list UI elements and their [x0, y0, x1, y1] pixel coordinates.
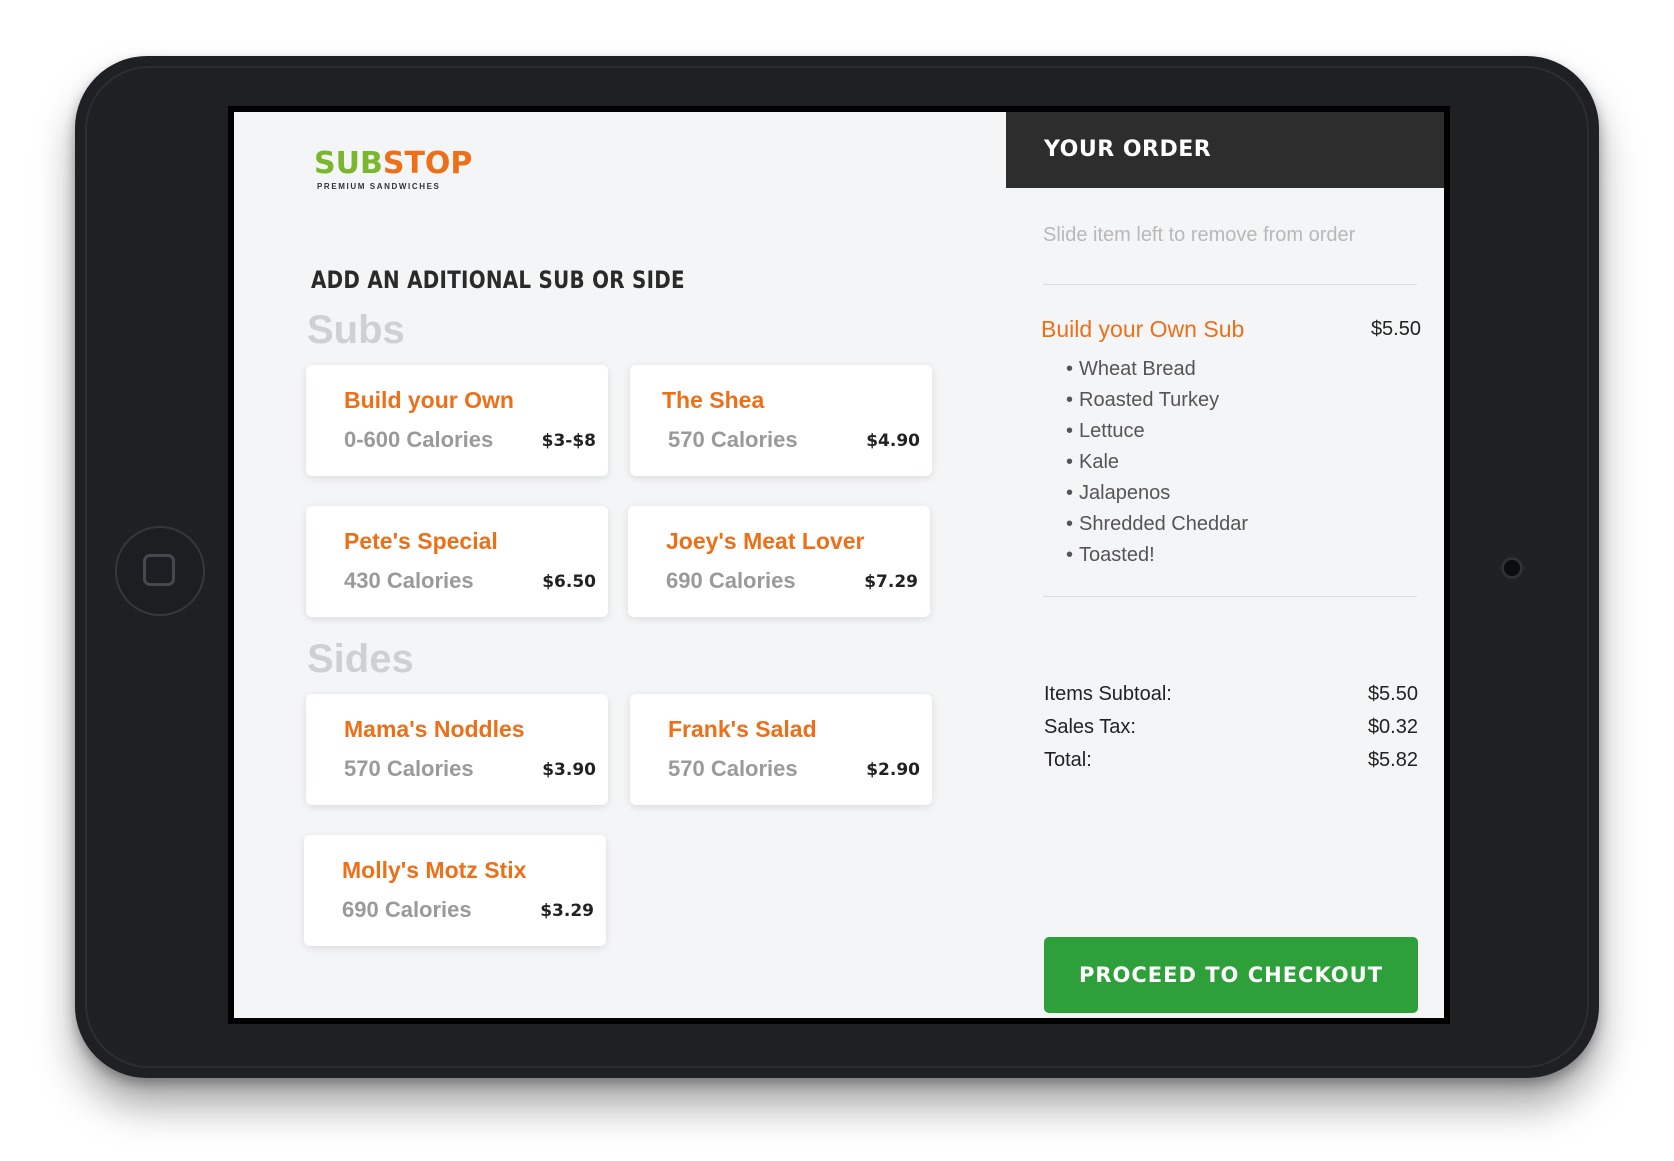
total-value: $5.82 — [1367, 749, 1418, 771]
card-calories: 570 Calories — [344, 756, 474, 781]
logo-sub-text: SUB — [314, 146, 383, 181]
section-title-sides: Sides — [307, 637, 414, 681]
tax-value: $0.32 — [1367, 716, 1418, 738]
ingredient-item: Shredded Cheddar — [1066, 509, 1248, 540]
subtotal-value: $5.50 — [1367, 683, 1418, 705]
order-item-price: $5.50 — [1370, 318, 1421, 340]
menu-card-the-shea[interactable]: The Shea 570 Calories $4.90 — [630, 365, 932, 476]
tax-label: Sales Tax: — [1044, 716, 1136, 738]
checkout-button[interactable]: PROCEED TO CHECKOUT — [1044, 937, 1418, 1013]
camera-icon — [1501, 557, 1523, 579]
ingredient-list: Wheat Bread Roasted Turkey Lettuce Kale … — [1066, 354, 1248, 571]
menu-card-mollys-motz-stix[interactable]: Molly's Motz Stix 690 Calories $3.29 — [304, 835, 606, 946]
card-price: $6.50 — [542, 572, 596, 592]
order-header: YOUR ORDER — [1006, 112, 1444, 188]
card-price: $4.90 — [866, 431, 920, 451]
divider — [1043, 284, 1417, 285]
card-name: The Shea — [662, 387, 765, 413]
ingredient-item: Lettuce — [1066, 416, 1248, 447]
app-window: SUBSTOP PREMIUM SANDWICHES ADD AN ADITIO… — [234, 112, 1444, 1018]
card-calories: 690 Calories — [666, 568, 796, 593]
card-name: Molly's Motz Stix — [342, 857, 527, 883]
total-row: Total: $5.82 — [1044, 744, 1418, 777]
order-totals: Items Subtoal: $5.50 Sales Tax: $0.32 To… — [1044, 678, 1418, 777]
subtotal-label: Items Subtoal: — [1044, 683, 1172, 705]
ingredient-item: Jalapenos — [1066, 478, 1248, 509]
card-calories: 0-600 Calories — [344, 427, 494, 452]
menu-card-franks-salad[interactable]: Frank's Salad 570 Calories $2.90 — [630, 694, 932, 805]
ingredient-item: Kale — [1066, 447, 1248, 478]
menu-card-joeys-meat-lover[interactable]: Joey's Meat Lover 690 Calories $7.29 — [628, 506, 930, 617]
tablet-frame: SUBSTOP PREMIUM SANDWICHES ADD AN ADITIO… — [75, 56, 1599, 1078]
logo-stop-text: STOP — [382, 146, 473, 181]
card-price: $3.90 — [542, 760, 596, 780]
home-button[interactable] — [115, 526, 205, 616]
card-calories: 570 Calories — [668, 427, 798, 452]
card-name: Mama's Noddles — [344, 716, 525, 742]
card-name: Frank's Salad — [668, 716, 817, 742]
card-name: Pete's Special — [344, 528, 498, 554]
section-title-subs: Subs — [307, 308, 405, 352]
card-price: $7.29 — [864, 572, 918, 592]
card-calories: 430 Calories — [344, 568, 474, 593]
card-price: $3-$8 — [541, 431, 596, 451]
card-calories: 570 Calories — [668, 756, 798, 781]
subtotal-row: Items Subtoal: $5.50 — [1044, 678, 1418, 711]
order-panel: YOUR ORDER Slide item left to remove fro… — [1006, 112, 1444, 1018]
card-name: Build your Own — [344, 387, 514, 413]
total-label: Total: — [1044, 749, 1092, 771]
card-price: $3.29 — [540, 901, 594, 921]
home-square-icon — [143, 554, 175, 586]
ingredient-item: Toasted! — [1066, 540, 1248, 571]
remove-hint: Slide item left to remove from order — [1043, 224, 1356, 246]
logo: SUBSTOP PREMIUM SANDWICHES — [314, 146, 473, 192]
menu-card-petes-special[interactable]: Pete's Special 430 Calories $6.50 — [306, 506, 608, 617]
screen: SUBSTOP PREMIUM SANDWICHES ADD AN ADITIO… — [228, 106, 1450, 1024]
card-name: Joey's Meat Lover — [666, 528, 865, 554]
logo-tagline: PREMIUM SANDWICHES — [317, 182, 441, 191]
card-price: $2.90 — [866, 760, 920, 780]
order-item-name: Build your Own Sub — [1041, 316, 1245, 342]
menu-card-build-your-own[interactable]: Build your Own 0-600 Calories $3-$8 — [306, 365, 608, 476]
ingredient-item: Roasted Turkey — [1066, 385, 1248, 416]
ingredient-item: Wheat Bread — [1066, 354, 1248, 385]
tax-row: Sales Tax: $0.32 — [1044, 711, 1418, 744]
divider — [1043, 596, 1417, 597]
card-calories: 690 Calories — [342, 897, 472, 922]
menu-card-mamas-noddles[interactable]: Mama's Noddles 570 Calories $3.90 — [306, 694, 608, 805]
page-title: ADD AN ADITIONAL SUB OR SIDE — [311, 266, 685, 294]
